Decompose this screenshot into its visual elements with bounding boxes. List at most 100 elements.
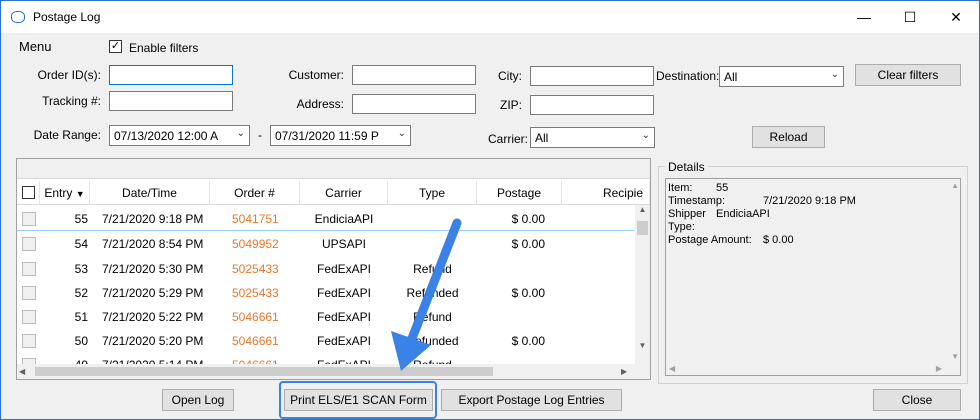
postage-log-window: Postage Log — ☐ ✕ Menu ✓ Enable filters …	[0, 0, 980, 420]
date-separator: -	[258, 128, 262, 142]
cell-carrier: EndiciaAPI	[314, 212, 374, 226]
row-checkbox[interactable]	[22, 237, 36, 251]
column-header-order[interactable]: Order #	[210, 181, 300, 205]
details-item-value: 55	[716, 182, 729, 194]
chevron-down-icon: ⌄	[641, 130, 650, 141]
vertical-scroll-thumb[interactable]	[637, 221, 648, 235]
table-row[interactable]: 54 7/21/2020 8:54 PM 5049952 UPSAPI $ 0.…	[17, 232, 635, 256]
customer-input[interactable]	[352, 65, 476, 85]
scroll-down-icon[interactable]: ▼	[635, 341, 650, 353]
carrier-value: All	[535, 131, 549, 145]
cell-entry: 53	[74, 262, 88, 276]
scroll-down-icon[interactable]: ▼	[951, 352, 959, 361]
cell-order[interactable]: 5025433	[232, 281, 300, 305]
grid-group-bar	[17, 159, 650, 179]
destination-value: All	[724, 70, 738, 84]
select-all-checkbox[interactable]	[22, 186, 35, 199]
cell-datetime: 7/21/2020 5:20 PM	[102, 334, 204, 348]
select-all-header	[17, 181, 40, 205]
details-timestamp-label: Timestamp:	[668, 195, 726, 207]
address-label: Address:	[296, 97, 344, 111]
order-ids-label: Order ID(s):	[37, 68, 101, 82]
export-postage-log-button[interactable]: Export Postage Log Entries	[441, 389, 622, 411]
date-to-picker[interactable]: 07/31/2020 11:59 P ⌄	[270, 125, 411, 146]
table-row[interactable]: 50 7/21/2020 5:20 PM 5046661 FedExAPI Re…	[17, 329, 635, 353]
enable-filters-checkbox[interactable]: ✓	[109, 40, 122, 53]
carrier-label: Carrier:	[488, 132, 529, 146]
cell-postage: $ 0.00	[511, 212, 545, 226]
order-ids-input[interactable]	[109, 65, 233, 85]
cell-postage	[477, 257, 545, 281]
clear-filters-button[interactable]: Clear filters	[855, 64, 961, 86]
cell-carrier: FedExAPI	[316, 262, 372, 276]
details-textbox[interactable]: Item: 55 Timestamp: 7/21/2020 9:18 PM Sh…	[665, 178, 961, 376]
highlight-box	[279, 381, 437, 419]
chevron-down-icon: ⌄	[236, 128, 245, 139]
scroll-left-icon[interactable]: ◀	[19, 364, 31, 379]
horizontal-scrollbar[interactable]: ◀ ▶	[17, 364, 650, 379]
cell-postage	[477, 305, 545, 329]
cell-entry: 50	[74, 334, 88, 348]
zip-input[interactable]	[530, 95, 654, 115]
destination-select[interactable]: All ⌄	[719, 66, 844, 87]
destination-label: Destination:	[656, 69, 720, 83]
carrier-select[interactable]: All ⌄	[530, 127, 655, 148]
column-header-postage[interactable]: Postage	[477, 181, 562, 205]
row-checkbox[interactable]	[22, 212, 36, 226]
cell-datetime: 7/21/2020 5:29 PM	[102, 286, 204, 300]
tracking-label: Tracking #:	[42, 94, 101, 108]
row-checkbox[interactable]	[22, 310, 36, 324]
date-from-picker[interactable]: 07/13/2020 12:00 A ⌄	[109, 125, 250, 146]
close-window-button[interactable]: ✕	[933, 1, 979, 33]
date-from-value: 07/13/2020 12:00 A	[114, 129, 219, 143]
cell-entry: 52	[74, 286, 88, 300]
cell-datetime: 7/21/2020 5:30 PM	[102, 262, 204, 276]
maximize-button[interactable]: ☐	[887, 1, 933, 33]
table-row[interactable]: 55 7/21/2020 9:18 PM 5041751 EndiciaAPI …	[17, 207, 635, 231]
cell-datetime: 7/21/2020 9:18 PM	[102, 212, 204, 226]
cell-postage: $ 0.00	[511, 334, 545, 348]
reload-button[interactable]: Reload	[752, 126, 825, 148]
table-row[interactable]: 53 7/21/2020 5:30 PM 5025433 FedExAPI Re…	[17, 257, 635, 281]
app-icon	[11, 11, 25, 23]
table-row[interactable]: 52 7/21/2020 5:29 PM 5025433 FedExAPI Re…	[17, 281, 635, 305]
cell-order[interactable]: 5049952	[232, 232, 300, 256]
cell-order[interactable]: 5046661	[232, 329, 300, 353]
scroll-right-icon[interactable]: ▶	[936, 364, 942, 373]
details-type-label: Type:	[668, 221, 695, 233]
postage-log-table: Entry ▼ Date/Time Order # Carrier Type P…	[16, 158, 651, 380]
column-header-recipient[interactable]: Recipie	[562, 181, 650, 205]
row-checkbox[interactable]	[22, 262, 36, 276]
menu-label[interactable]: Menu	[19, 39, 52, 54]
address-input[interactable]	[352, 94, 476, 114]
cell-order[interactable]: 5046661	[232, 305, 300, 329]
column-header-entry[interactable]: Entry ▼	[40, 181, 90, 205]
scroll-right-icon[interactable]: ▶	[621, 364, 633, 379]
scroll-up-icon[interactable]: ▲	[635, 205, 650, 217]
open-log-button[interactable]: Open Log	[162, 389, 234, 411]
sort-desc-icon: ▼	[75, 189, 85, 199]
scroll-left-icon[interactable]: ◀	[669, 364, 675, 373]
cell-postage: $ 0.00	[511, 286, 545, 300]
column-header-datetime[interactable]: Date/Time	[90, 181, 210, 205]
vertical-scrollbar[interactable]: ▲ ▼	[635, 205, 650, 365]
date-range-label: Date Range:	[33, 128, 101, 142]
table-row[interactable]: 51 7/21/2020 5:22 PM 5046661 FedExAPI Re…	[17, 305, 635, 329]
details-timestamp-value: 7/21/2020 9:18 PM	[763, 195, 856, 207]
city-input[interactable]	[530, 66, 654, 86]
enable-filters-label: Enable filters	[129, 41, 199, 55]
scroll-up-icon[interactable]: ▲	[951, 181, 959, 190]
city-label: City:	[498, 69, 522, 83]
details-postage-label: Postage Amount:	[668, 234, 752, 246]
close-button[interactable]: Close	[873, 389, 961, 411]
column-header-type[interactable]: Type	[388, 181, 477, 205]
cell-order[interactable]: 5041751	[232, 207, 300, 231]
tracking-input[interactable]	[109, 91, 233, 111]
details-item-label: Item:	[668, 182, 693, 194]
row-checkbox[interactable]	[22, 334, 36, 348]
cell-order[interactable]: 5025433	[232, 257, 300, 281]
row-checkbox[interactable]	[22, 286, 36, 300]
column-header-carrier[interactable]: Carrier	[300, 181, 388, 205]
minimize-button[interactable]: —	[841, 1, 887, 33]
customer-label: Customer:	[288, 68, 344, 82]
